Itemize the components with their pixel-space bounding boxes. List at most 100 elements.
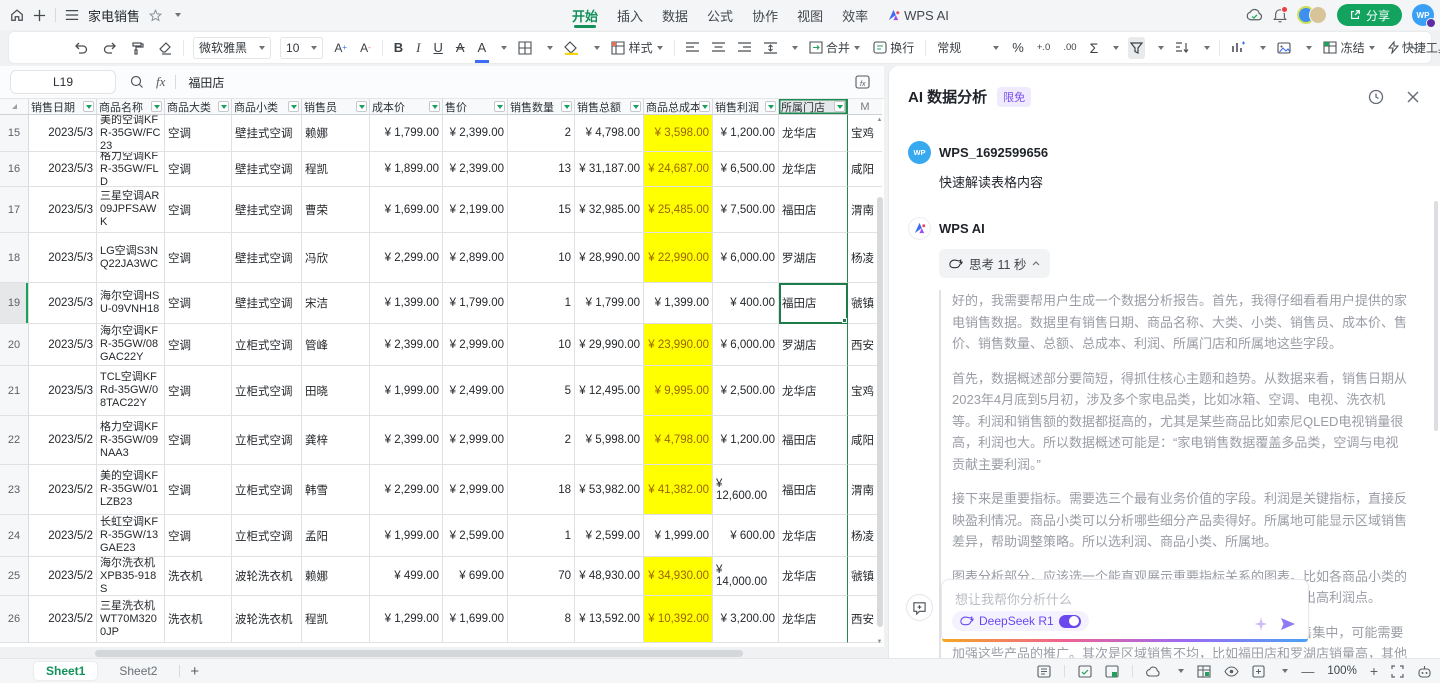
cell-qty[interactable]: 10 [508,324,575,366]
tab-collaborate[interactable]: 协作 [752,0,778,30]
tab-home[interactable]: 开始 [572,0,598,30]
cell-seller[interactable]: 赖娜 [302,115,370,152]
cell-name[interactable]: 三星空调AR09JPFSAWK [97,187,165,233]
insert-image-button[interactable] [1275,37,1293,59]
select-all-corner[interactable] [0,99,29,115]
ai-input-placeholder[interactable]: 想让我帮你分析什么 [955,589,1072,608]
cell-store[interactable]: 罗湖店 [779,233,848,283]
model-selector-chip[interactable]: DeepSeek R1 [952,611,1089,631]
row-header[interactable]: 23 [0,465,29,515]
cell-cat[interactable]: 空调 [165,115,232,152]
cell-date[interactable]: 2023/5/3 [29,324,97,366]
cell-store[interactable]: 福田店 [779,187,848,233]
vertical-align-button[interactable] [762,37,779,59]
align-center-button[interactable] [710,37,727,59]
freeze-panes-button[interactable]: 冻结 [1321,37,1376,59]
cell-price[interactable]: ¥ 2,199.00 [443,187,508,233]
chart-chevron-icon[interactable] [1260,46,1266,50]
column-header-total[interactable]: 销售总额 [575,99,644,115]
cell-sub[interactable]: 壁挂式空调 [232,233,302,283]
decrease-decimal-button[interactable]: .00 [1061,37,1078,59]
cell-cat[interactable]: 空调 [165,152,232,187]
cell-profit[interactable]: ¥ 600.00 [713,515,779,557]
cell-cat[interactable]: 空调 [165,187,232,233]
cell-tcost[interactable]: ¥ 34,930.00 [644,557,713,596]
cell-qty[interactable]: 18 [508,465,575,515]
cell-name[interactable]: 美的空调KFR-35GW/01LZB23 [97,465,165,515]
cell-cost[interactable]: ¥ 2,299.00 [370,233,443,283]
cell-name[interactable]: LG空调S3NQ22JA3WC [97,233,165,283]
vertical-align-chevron-icon[interactable] [792,46,798,50]
cell-profit[interactable]: ¥ 1,200.00 [713,115,779,152]
cell-date[interactable]: 2023/5/3 [29,233,97,283]
cell-seller[interactable]: 韩雪 [302,465,370,515]
cell-total[interactable]: ¥ 48,930.00 [575,557,644,596]
cell-price[interactable]: ¥ 2,399.00 [443,152,508,187]
clear-format-button[interactable] [156,37,174,59]
filter-dropdown-icon[interactable] [429,101,440,112]
cell-price[interactable]: ¥ 2,599.00 [443,515,508,557]
cell-date[interactable]: 2023/5/3 [29,187,97,233]
cell-sub[interactable]: 壁挂式空调 [232,187,302,233]
cell-total[interactable]: ¥ 31,187.00 [575,152,644,187]
cell-tcost[interactable]: ¥ 23,990.00 [644,324,713,366]
cell-qty[interactable]: 15 [508,187,575,233]
cell-date[interactable]: 2023/5/3 [29,152,97,187]
cell-name[interactable]: TCL空调KFRd-35GW/08TAC22Y [97,366,165,416]
history-clock-icon[interactable] [1368,89,1384,105]
sort-button[interactable] [1173,37,1191,59]
cell-seller[interactable]: 管峰 [302,324,370,366]
column-header-M[interactable]: M [848,99,882,115]
insert-chart-button[interactable] [1229,37,1247,59]
cell-tcost[interactable]: ¥ 24,687.00 [644,152,713,187]
row-header[interactable]: 19 [0,283,29,324]
cell-price[interactable]: ¥ 2,399.00 [443,115,508,152]
cell-qty[interactable]: 1 [508,515,575,557]
increase-font-button[interactable]: A+ [332,37,349,59]
cell-cat[interactable]: 空调 [165,233,232,283]
cell-name[interactable]: 海尔洗衣机XPB35-918S [97,557,165,596]
cell-cost[interactable]: ¥ 1,699.00 [370,187,443,233]
cell-price[interactable]: ¥ 699.00 [443,557,508,596]
cell-sub[interactable]: 壁挂式空调 [232,283,302,324]
cell-name[interactable]: 三星洗衣机WT70M3200JP [97,596,165,643]
borders-chevron-icon[interactable] [547,46,553,50]
horizontal-scrollbar[interactable] [0,649,884,658]
cell-tcost[interactable]: ¥ 10,392.00 [644,596,713,643]
cell-tcost[interactable]: ¥ 9,995.00 [644,366,713,416]
cell-store[interactable]: 福田店 [779,416,848,465]
cell-profit[interactable]: ¥ 7,500.00 [713,187,779,233]
cell-cost[interactable]: ¥ 2,399.00 [370,416,443,465]
cell-sub[interactable]: 立柜式空调 [232,366,302,416]
cell-seller[interactable]: 冯欣 [302,233,370,283]
page-layout-chevron-icon[interactable] [1282,669,1288,673]
tab-view[interactable]: 视图 [797,0,823,30]
collapse-ribbon-button[interactable] [1407,45,1417,51]
cell-profit[interactable]: ¥ 1,200.00 [713,416,779,465]
fx-icon[interactable]: fx [156,74,165,90]
column-header-qty[interactable]: 销售数量 [508,99,575,115]
cell-cat[interactable]: 空调 [165,366,232,416]
cell-store[interactable]: 龙华店 [779,366,848,416]
cell-cat[interactable]: 洗衣机 [165,596,232,643]
model-toggle[interactable] [1059,615,1081,628]
cell-price[interactable]: ¥ 2,999.00 [443,465,508,515]
cell-cost[interactable]: ¥ 2,299.00 [370,465,443,515]
cell-cat[interactable]: 空调 [165,283,232,324]
cell-name[interactable]: 海尔空调KFR-35GW/08GAC22Y [97,324,165,366]
cell-sub[interactable]: 波轮洗衣机 [232,557,302,596]
cell-profit[interactable]: ¥ 2,500.00 [713,366,779,416]
table-view-icon[interactable] [1197,665,1211,678]
cell-profit[interactable]: ¥ 400.00 [713,283,779,324]
page-layout-icon[interactable] [1252,665,1265,678]
strikethrough-button[interactable]: A [454,37,467,59]
cell-qty[interactable]: 13 [508,152,575,187]
column-header-profit[interactable]: 销售利润 [713,99,779,115]
cell-store[interactable]: 罗湖店 [779,324,848,366]
column-header-seller[interactable]: 销售员 [302,99,370,115]
cell-cost[interactable]: ¥ 1,999.00 [370,366,443,416]
cell-qty[interactable]: 70 [508,557,575,596]
selection-fill-handle[interactable] [842,318,847,323]
cell-date[interactable]: 2023/5/2 [29,596,97,643]
cell-store[interactable]: 龙华店 [779,152,848,187]
